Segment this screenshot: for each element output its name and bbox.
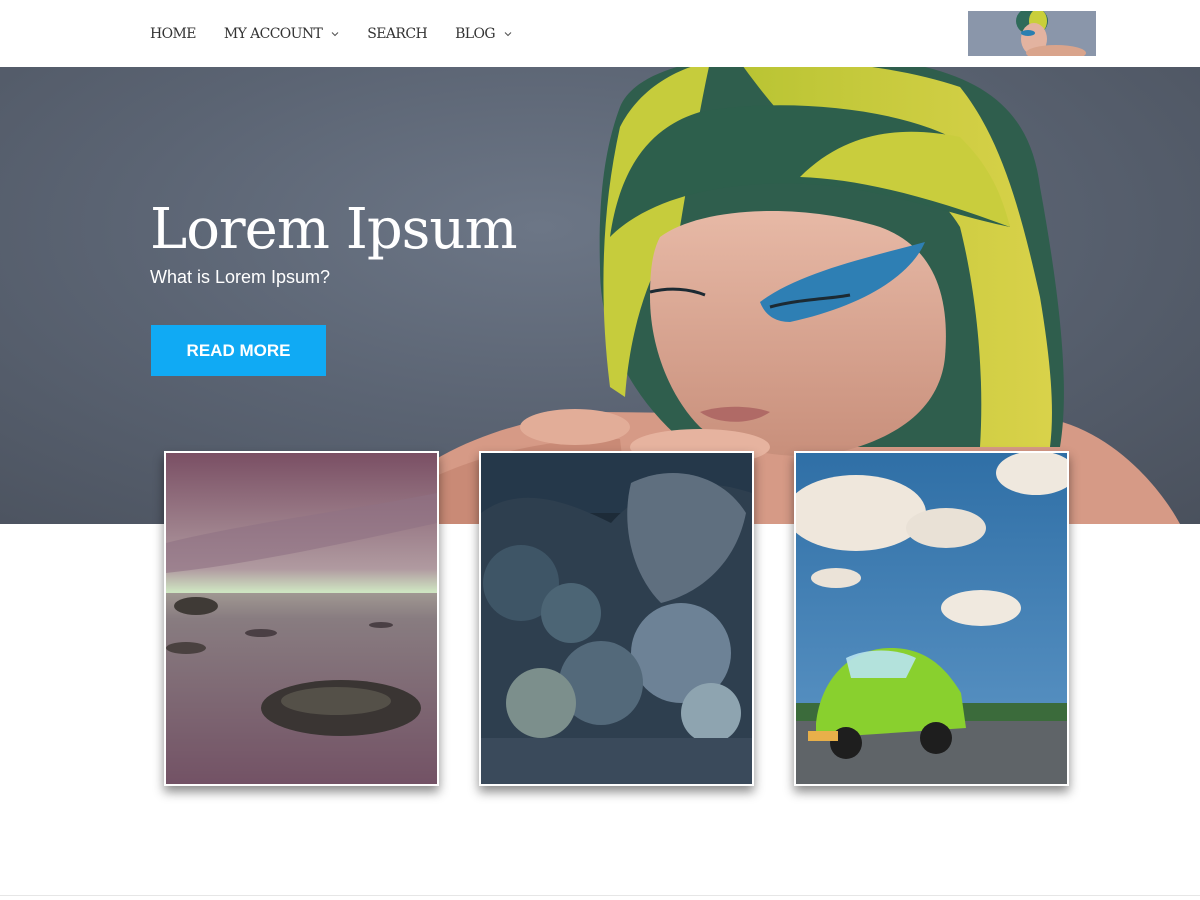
gallery-card-coral-reef[interactable] bbox=[479, 451, 754, 786]
nav-item-blog[interactable]: BLOG bbox=[455, 26, 512, 42]
nav-blog-label: BLOG bbox=[455, 25, 495, 42]
nav-home-label: HOME bbox=[150, 25, 196, 42]
nav-item-search[interactable]: SEARCH bbox=[367, 26, 427, 42]
footer-divider bbox=[0, 895, 1200, 896]
site-header: HOME MY ACCOUNT SEARCH BLOG bbox=[0, 0, 1200, 67]
seascape-image bbox=[166, 453, 437, 784]
chevron-down-icon bbox=[331, 30, 339, 38]
beetle-car-image bbox=[796, 453, 1067, 784]
header-thumbnail-image[interactable] bbox=[968, 11, 1096, 56]
hero-title: Lorem Ipsum bbox=[150, 197, 518, 262]
nav-item-home[interactable]: HOME bbox=[150, 26, 196, 42]
main-nav: HOME MY ACCOUNT SEARCH BLOG bbox=[150, 0, 540, 67]
coral-reef-image bbox=[481, 453, 752, 784]
read-more-button[interactable]: READ MORE bbox=[151, 325, 326, 376]
hero-subtitle: What is Lorem Ipsum? bbox=[150, 267, 331, 287]
nav-item-my-account[interactable]: MY ACCOUNT bbox=[224, 26, 339, 42]
nav-my-account-label: MY ACCOUNT bbox=[223, 25, 323, 42]
nav-search-label: SEARCH bbox=[367, 25, 428, 42]
chevron-down-icon bbox=[504, 30, 512, 38]
gallery-card-beetle-car[interactable] bbox=[794, 451, 1069, 786]
gallery-card-seascape[interactable] bbox=[164, 451, 439, 786]
